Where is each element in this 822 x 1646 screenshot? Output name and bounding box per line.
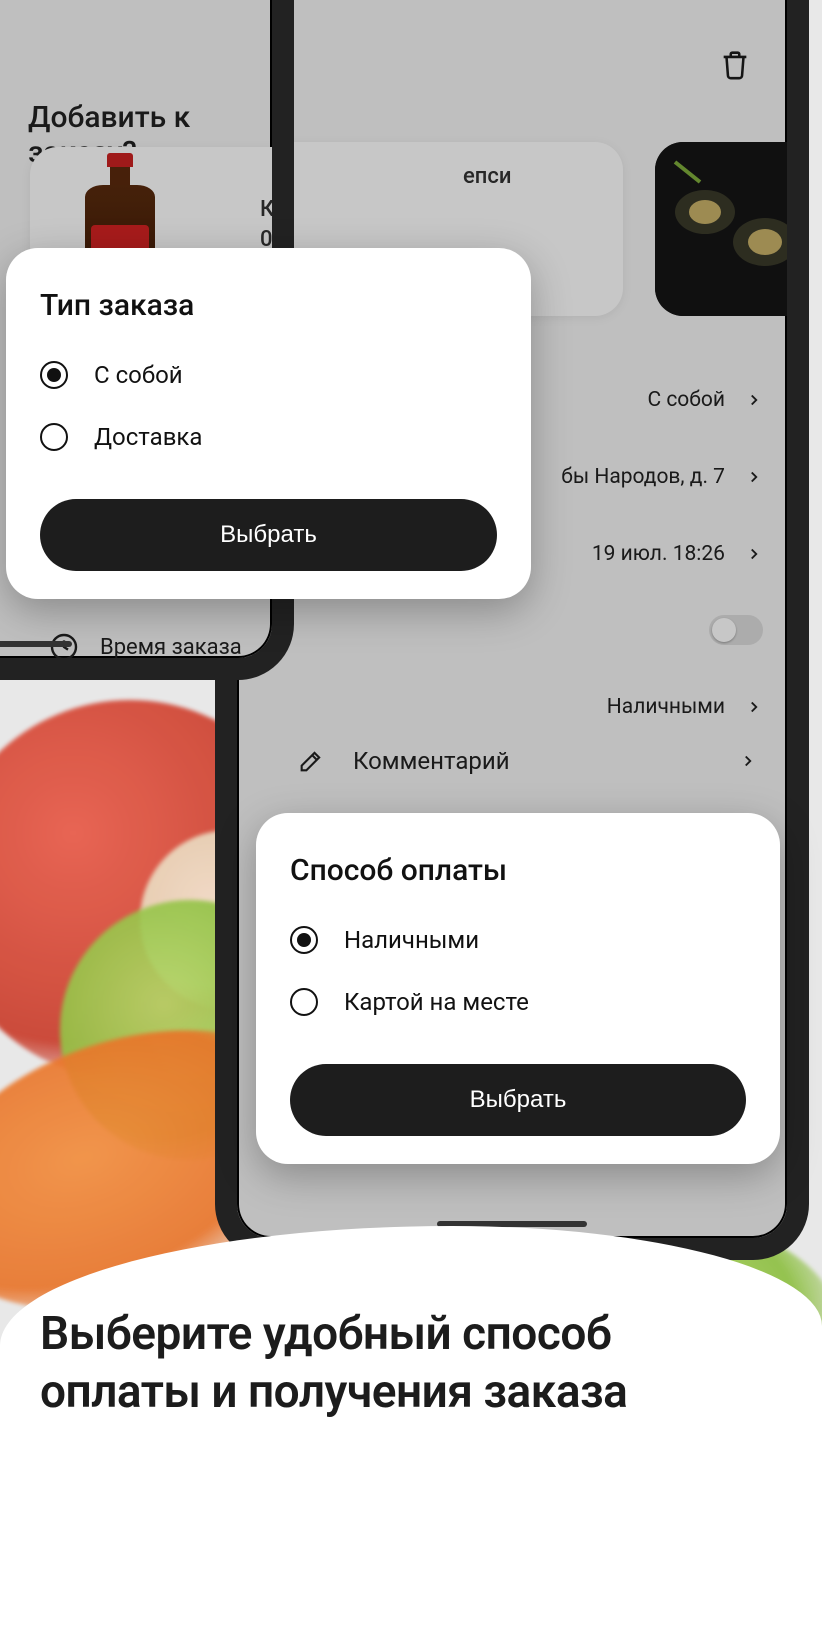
radio-icon <box>40 423 68 451</box>
dialog-title: Тип заказа <box>40 288 497 323</box>
radio-label: Картой на месте <box>344 988 529 1016</box>
row-toggle[interactable] <box>267 600 763 660</box>
dialog-order-type: Тип заказа С собой Доставка Выбрать <box>6 248 531 599</box>
delete-button[interactable] <box>707 36 763 92</box>
row-payment[interactable]: Наличными <box>267 677 763 737</box>
row-value: 19 июл. 18:26 <box>592 542 725 566</box>
row-order-time[interactable]: Время заказа 19 июл. 18:26 <box>48 617 272 658</box>
radio-label: Наличными <box>344 926 479 954</box>
chevron-right-icon <box>739 752 757 770</box>
chevron-right-icon <box>745 698 763 716</box>
radio-label: Доставка <box>94 423 202 451</box>
select-button[interactable]: Выбрать <box>290 1064 746 1136</box>
toggle-switch[interactable] <box>709 615 763 645</box>
price-pill[interactable]: 0 ₽ <box>263 142 623 161</box>
chevron-right-icon <box>745 545 763 563</box>
dialog-payment-method: Способ оплаты Наличными Картой на месте … <box>256 813 780 1164</box>
radio-icon <box>290 988 318 1016</box>
promo-heading: Выберите удобный способ оплаты и получен… <box>40 1306 782 1421</box>
radio-icon <box>40 361 68 389</box>
dialog-title: Способ оплаты <box>290 853 746 888</box>
row-value: Наличными <box>607 695 725 719</box>
product-text: Кола/Пепси 0,5 л <box>260 195 272 254</box>
product-name: епси <box>463 164 511 189</box>
comment-label: Комментарий <box>353 747 510 775</box>
chevron-right-icon <box>745 468 763 486</box>
radio-option-pickup[interactable]: С собой <box>40 361 497 389</box>
home-indicator <box>0 641 72 647</box>
promo-panel: Выберите удобный способ оплаты и получен… <box>0 1226 822 1646</box>
trash-icon <box>718 47 752 81</box>
pencil-icon <box>297 747 325 775</box>
radio-option-card[interactable]: Картой на месте <box>290 988 746 1016</box>
radio-label: С собой <box>94 361 183 389</box>
radio-option-cash[interactable]: Наличными <box>290 926 746 954</box>
food-image <box>655 142 787 316</box>
row-comment[interactable]: Комментарий <box>297 747 757 775</box>
product-card-image[interactable] <box>655 142 787 316</box>
row-value: С собой <box>647 388 725 412</box>
row-value: бы Народов, д. 7 <box>561 465 725 489</box>
select-button[interactable]: Выбрать <box>40 499 497 571</box>
row-label: Время заказа <box>100 635 242 659</box>
chevron-right-icon <box>745 391 763 409</box>
radio-icon <box>290 926 318 954</box>
radio-option-delivery[interactable]: Доставка <box>40 423 497 451</box>
